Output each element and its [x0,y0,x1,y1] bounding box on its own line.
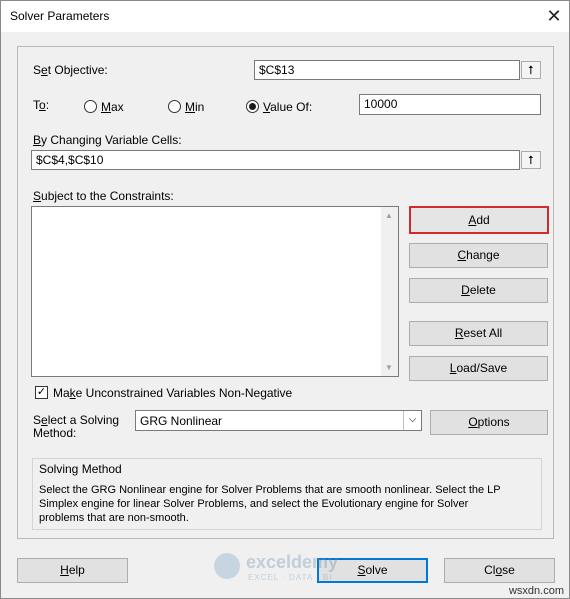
description-line: Select the GRG Nonlinear engine for Solv… [39,484,501,496]
nonnegative-label[interactable]: Make Unconstrained Variables Non-Negativ… [53,386,292,400]
solving-method-value: GRG Nonlinear [140,414,223,428]
exceldemy-watermark: exceldemy EXCEL · DATA · BI [214,551,364,585]
title-bar: Solver Parameters ✕ [1,1,569,32]
exceldemy-logo-icon [214,553,240,579]
close-button[interactable]: Close [444,558,555,583]
change-button[interactable]: Change [409,243,548,268]
collapse-dialog-icon[interactable]: ⭡ [521,151,541,169]
constraints-scrollbar[interactable]: ▲ ▼ [381,207,398,376]
max-radio[interactable] [84,100,97,113]
constraints-list[interactable]: ▲ ▼ [31,206,399,377]
description-line: problems that are non-smooth. [39,512,189,524]
load-save-button[interactable]: Load/Save [409,356,548,381]
collapse-dialog-icon[interactable]: ⭡ [521,61,541,79]
help-button[interactable]: Help [17,558,128,583]
changing-cells-input[interactable]: $C$4,$C$10 [31,150,520,170]
min-radio[interactable] [168,100,181,113]
set-objective-input[interactable]: $C$13 [254,60,520,80]
reset-all-button[interactable]: Reset All [409,321,548,346]
max-label[interactable]: Max [101,100,124,114]
description-line: Simplex engine for linear Solver Problem… [39,498,469,510]
value-of-input[interactable]: 10000 [359,94,541,115]
to-label: To: [33,98,50,112]
set-objective-label: Set Objective: [33,63,108,77]
scroll-down-icon[interactable]: ▼ [385,363,393,372]
solving-method-heading: Solving Method [39,462,122,476]
corner-watermark: wsxdn.com [508,585,564,597]
value-of-radio[interactable] [246,100,259,113]
add-button[interactable]: Add [409,206,549,234]
close-icon[interactable]: ✕ [539,3,569,30]
min-label[interactable]: Min [185,100,204,114]
delete-button[interactable]: Delete [409,278,548,303]
changing-cells-label: By Changing Variable Cells: [33,133,182,147]
nonnegative-checkbox[interactable]: ✓ [35,386,48,399]
scroll-up-icon[interactable]: ▲ [385,211,393,220]
solving-method-label-line2: Method: [33,426,77,440]
dialog-title: Solver Parameters [10,9,110,23]
chevron-down-icon[interactable]: ⌵ [403,411,421,430]
solver-parameters-dialog: Solver Parameters ✕ Set Objective: $C$13… [0,0,570,599]
solving-method-description: Select the GRG Nonlinear engine for Solv… [39,483,539,525]
constraints-label: Subject to the Constraints: [33,189,174,203]
solving-method-label-line1: Select a Solving [33,413,120,427]
watermark-brand: exceldemy [246,552,339,572]
options-button[interactable]: Options [430,410,548,435]
value-of-label[interactable]: Value Of: [263,100,312,114]
watermark-tagline: EXCEL · DATA · BI [248,573,333,582]
solving-method-select[interactable]: GRG Nonlinear ⌵ [135,410,422,431]
